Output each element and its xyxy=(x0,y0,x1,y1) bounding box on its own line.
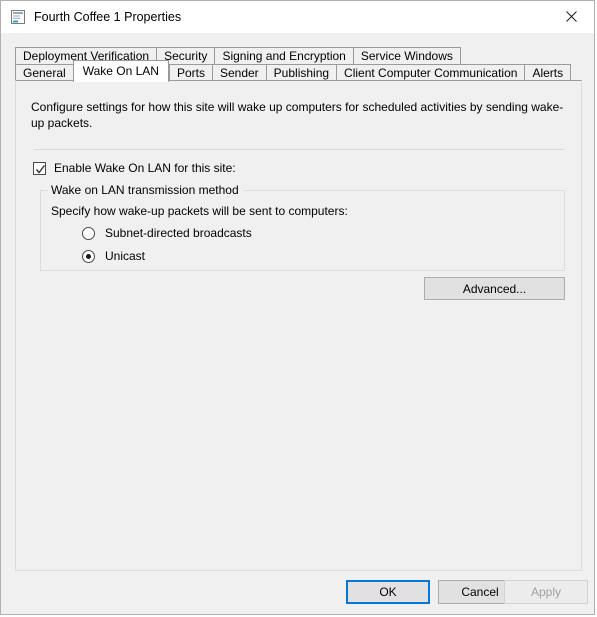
radio-unicast[interactable]: Unicast xyxy=(82,248,145,264)
radio-subnet-directed-broadcasts[interactable]: Subnet-directed broadcasts xyxy=(82,225,252,241)
tab-signing-and-encryption[interactable]: Signing and Encryption xyxy=(214,47,353,65)
checkbox-box xyxy=(33,161,46,175)
enable-wake-on-lan-label: Enable Wake On LAN for this site: xyxy=(54,161,236,175)
transmission-method-groupbox: Wake on LAN transmission method Specify … xyxy=(40,183,565,271)
radio-subnet-directed-broadcasts-label: Subnet-directed broadcasts xyxy=(105,226,252,240)
apply-button: Apply xyxy=(504,580,588,604)
radio-box-selected xyxy=(82,249,95,263)
groupbox-sub-label: Specify how wake-up packets will be sent… xyxy=(51,204,348,218)
checkmark-icon xyxy=(35,164,46,174)
title-bar: Fourth Coffee 1 Properties xyxy=(1,1,594,33)
window-title: Fourth Coffee 1 Properties xyxy=(34,10,182,24)
properties-window-icon xyxy=(10,9,26,25)
panel-description: Configure settings for how this site wil… xyxy=(31,100,564,130)
radio-box xyxy=(82,226,95,240)
groupbox-legend: Wake on LAN transmission method xyxy=(48,183,243,198)
tab-service-windows[interactable]: Service Windows xyxy=(352,47,461,65)
properties-dialog-window: Fourth Coffee 1 Properties Deployment Ve… xyxy=(0,0,595,615)
advanced-button[interactable]: Advanced... xyxy=(424,277,565,300)
enable-wake-on-lan-checkbox[interactable]: Enable Wake On LAN for this site: xyxy=(33,160,236,176)
close-icon[interactable] xyxy=(548,1,594,32)
ok-button[interactable]: OK xyxy=(346,580,430,604)
tab-wake-on-lan[interactable]: Wake On LAN xyxy=(72,60,169,82)
radio-unicast-label: Unicast xyxy=(105,249,146,263)
tab-strip: Deployment Verification Security Signing… xyxy=(15,47,582,82)
wake-on-lan-tab-panel: Configure settings for how this site wil… xyxy=(15,80,582,571)
horizontal-divider xyxy=(34,149,564,150)
